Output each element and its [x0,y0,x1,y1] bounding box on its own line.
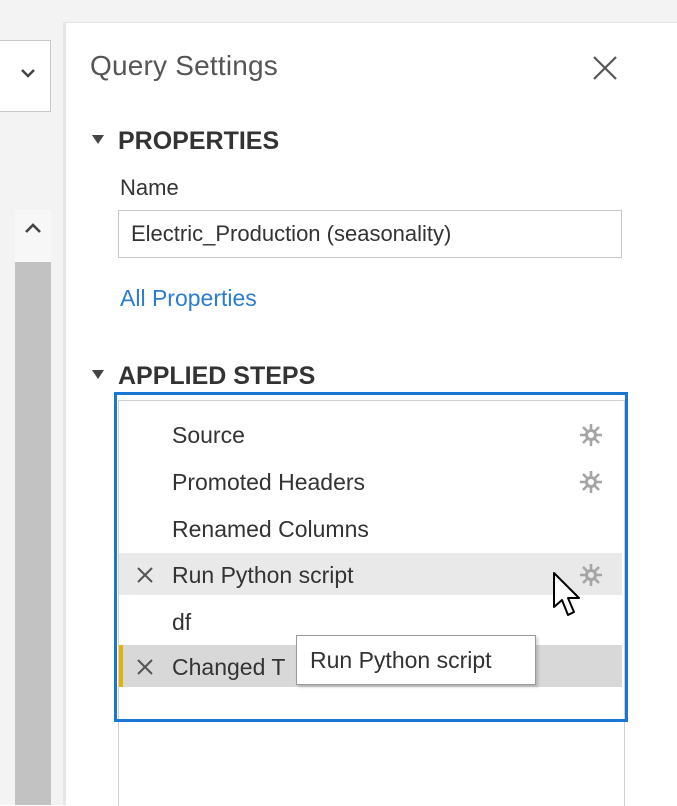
applied-steps-heading: APPLIED STEPS [118,362,316,390]
close-icon [593,56,617,80]
query-name-input[interactable]: Electric_Production (seasonality) [118,210,622,258]
step-label: Changed T [172,654,286,680]
selected-step-marker [119,645,123,687]
collapse-triangle-icon [92,135,104,144]
formula-expand-button[interactable] [0,40,51,112]
properties-heading: PROPERTIES [118,127,280,155]
step-renamed-columns[interactable]: Renamed Columns [119,507,622,549]
step-label: Renamed Columns [172,516,369,542]
step-run-python-script[interactable]: Run Python script [119,553,622,595]
step-label: Run Python script [172,562,354,588]
name-label: Name [120,175,179,200]
delete-step-icon[interactable] [136,566,154,584]
collapse-triangle-icon [92,370,104,379]
gear-icon[interactable] [579,423,603,447]
chevron-down-icon [21,69,35,78]
tooltip: Run Python script [296,635,536,685]
delete-step-icon[interactable] [136,658,154,676]
step-label: Source [172,422,245,448]
gear-icon[interactable] [579,470,603,494]
scroll-up-button[interactable] [15,210,51,250]
step-label: df [172,609,192,635]
all-properties-link[interactable]: All Properties [120,285,257,312]
step-source[interactable]: Source [119,413,622,455]
step-promoted-headers[interactable]: Promoted Headers [119,460,622,502]
close-button[interactable] [590,53,620,83]
chevron-up-icon [25,223,41,233]
mouse-cursor-icon [553,572,580,616]
panel-title: Query Settings [90,50,278,81]
pane-divider[interactable] [63,22,66,805]
applied-steps-section-header[interactable]: APPLIED STEPS [92,362,315,391]
scrollbar-thumb[interactable] [15,262,51,805]
top-bar [0,0,677,23]
properties-section-header[interactable]: PROPERTIES [92,127,279,156]
step-label: Promoted Headers [172,469,366,495]
